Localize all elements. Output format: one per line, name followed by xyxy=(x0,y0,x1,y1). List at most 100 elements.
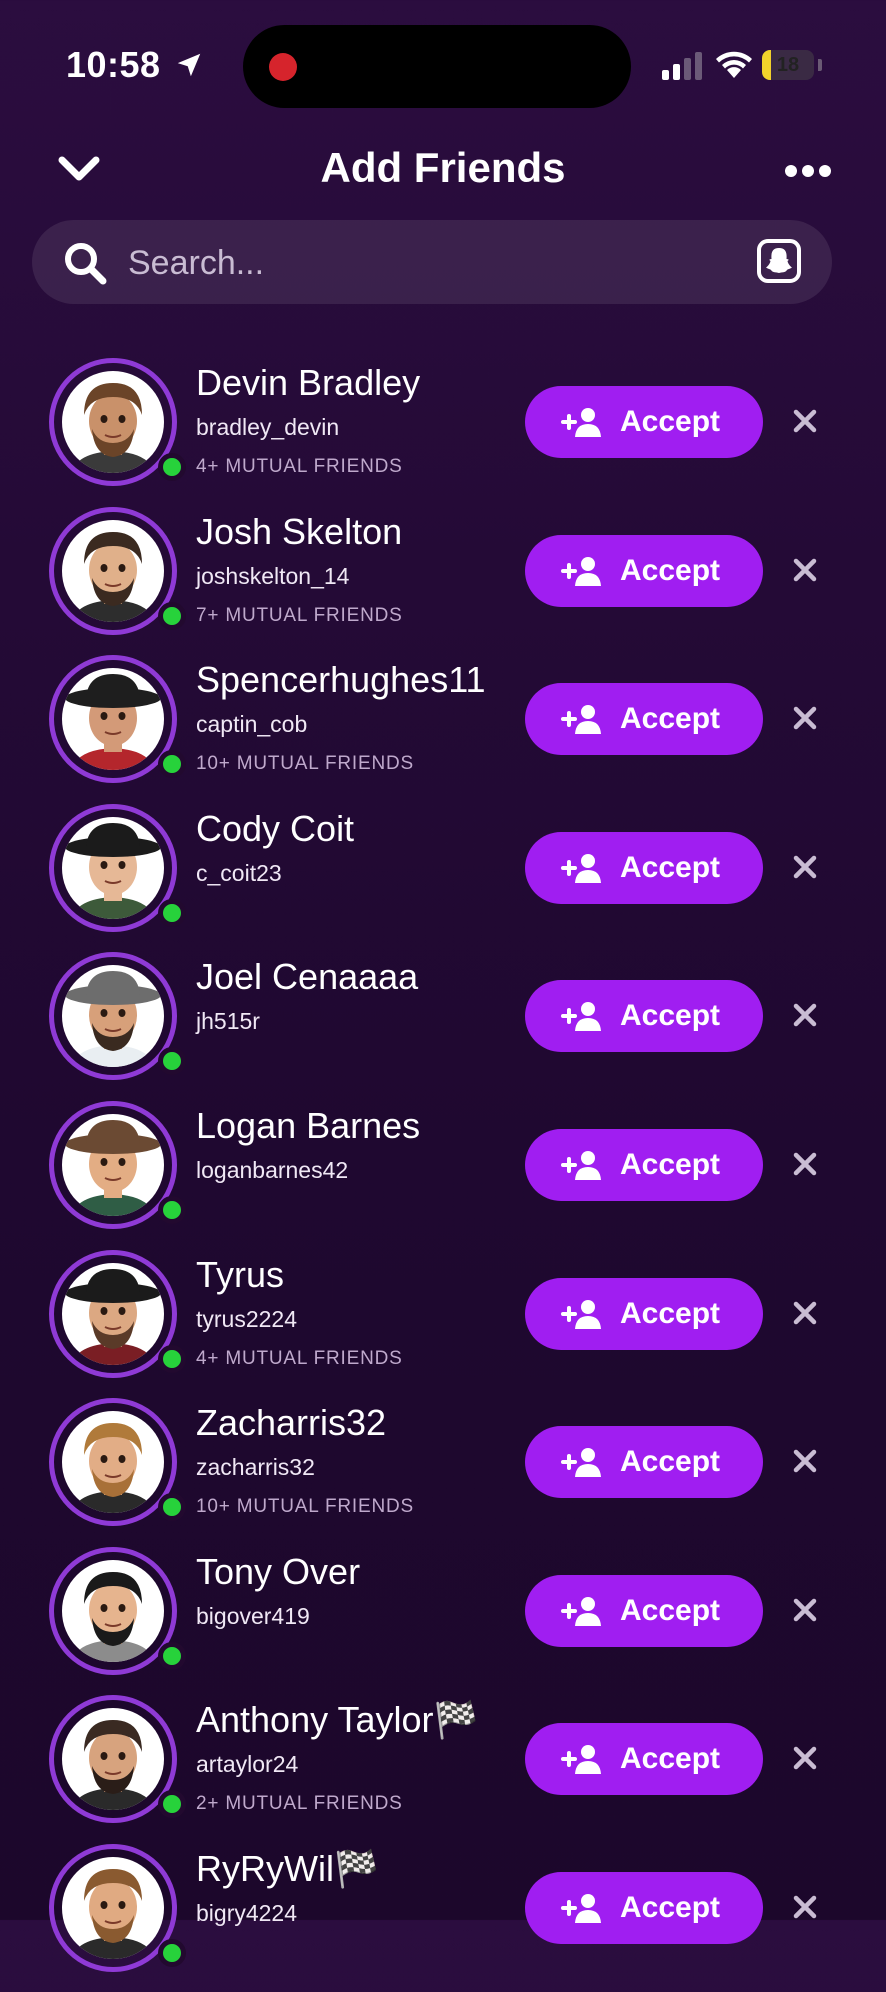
friend-name: Josh Skelton xyxy=(196,510,403,552)
friend-username: c_coit23 xyxy=(196,859,282,886)
friend-request-row[interactable]: Cody Coit c_coit23 Accept xyxy=(0,803,886,952)
bitmoji-avatar xyxy=(62,1559,164,1662)
accept-button[interactable]: Accept xyxy=(525,683,763,756)
friend-request-row[interactable]: Logan Barnes loganbarnes42 Accept xyxy=(0,1101,886,1249)
close-icon[interactable] xyxy=(790,1743,820,1773)
add-friend-icon xyxy=(561,1299,601,1329)
friend-request-row[interactable]: Zacharris32 zacharris32 10+ MUTUAL FRIEN… xyxy=(0,1398,886,1546)
add-friend-icon xyxy=(561,1894,601,1923)
friend-name: RyRyWil🏁 xyxy=(196,1848,379,1889)
friend-name: Spencerhughes11 xyxy=(196,659,486,701)
accept-button[interactable]: Accept xyxy=(525,1723,763,1796)
bitmoji-avatar xyxy=(62,965,164,1068)
friend-username: bradley_devin xyxy=(196,414,340,440)
add-friend-icon xyxy=(561,705,601,735)
friend-username: loganbarnes42 xyxy=(196,1157,349,1183)
friend-request-row[interactable]: Josh Skelton joshskelton_14 7+ MUTUAL FR… xyxy=(0,506,886,655)
bitmoji-avatar xyxy=(62,1411,164,1514)
status-time: 10:58 xyxy=(66,44,161,85)
cellular-signal-icon xyxy=(662,52,702,80)
accept-button[interactable]: Accept xyxy=(525,1277,763,1350)
battery-indicator: 18 xyxy=(762,50,814,80)
friend-name: Zacharris32 xyxy=(196,1402,387,1444)
mutual-friends-count: 4+ MUTUAL FRIENDS xyxy=(196,1347,403,1369)
close-icon[interactable] xyxy=(790,1892,820,1922)
close-icon[interactable] xyxy=(790,1298,820,1328)
friend-request-row[interactable]: Anthony Taylor🏁 artaylor24 2+ MUTUAL FRI… xyxy=(0,1695,886,1843)
status-bar: 10:58 18 xyxy=(0,0,886,130)
bitmoji-avatar xyxy=(62,1262,164,1365)
friend-username: captin_cob xyxy=(196,711,308,738)
online-status-icon xyxy=(158,1790,186,1819)
accept-label: Accept xyxy=(620,1742,721,1776)
bitmoji-avatar xyxy=(62,371,164,473)
friend-request-row[interactable]: Spencerhughes11 captin_cob 10+ MUTUAL FR… xyxy=(0,655,886,803)
mutual-friends-count: 10+ MUTUAL FRIENDS xyxy=(196,753,414,775)
close-icon[interactable] xyxy=(790,1149,820,1179)
accept-button[interactable]: Accept xyxy=(525,1872,763,1944)
close-icon[interactable] xyxy=(790,1000,820,1030)
friend-name: Anthony Taylor🏁 xyxy=(196,1699,479,1741)
friend-request-row[interactable]: Tony Over bigover419 Accept xyxy=(0,1546,886,1695)
friend-username: bigry4224 xyxy=(196,1900,298,1926)
accept-label: Accept xyxy=(620,999,721,1033)
close-icon[interactable] xyxy=(790,406,820,436)
mutual-friends-count: 7+ MUTUAL FRIENDS xyxy=(196,604,403,626)
close-icon[interactable] xyxy=(790,1446,820,1476)
friend-request-row[interactable]: Joel Cenaaaa jh515r Accept xyxy=(0,952,886,1100)
search-icon xyxy=(65,243,107,285)
friend-request-row[interactable]: RyRyWil🏁 bigry4224 Accept xyxy=(0,1844,886,1992)
add-friend-icon xyxy=(561,1002,601,1032)
friend-request-row[interactable]: Tyrus tyrus2224 4+ MUTUAL FRIENDS Accept xyxy=(0,1249,886,1398)
accept-label: Accept xyxy=(620,702,721,736)
friend-name: Joel Cenaaaa xyxy=(196,956,419,998)
friend-username: tyrus2224 xyxy=(196,1305,298,1332)
friend-request-row[interactable]: Devin Bradley bradley_devin 4+ MUTUAL FR… xyxy=(0,358,886,506)
snapcode-scan-icon[interactable] xyxy=(756,238,802,284)
close-icon[interactable] xyxy=(790,1595,820,1625)
page-title: Add Friends xyxy=(320,144,566,191)
accept-button[interactable]: Accept xyxy=(525,386,763,458)
search-bar[interactable] xyxy=(32,220,832,304)
accept-button[interactable]: Accept xyxy=(525,1574,763,1647)
accept-label: Accept xyxy=(620,1296,721,1330)
friend-username: joshskelton_14 xyxy=(196,562,350,589)
location-arrow-icon xyxy=(177,53,201,77)
accept-label: Accept xyxy=(620,405,721,438)
online-status-icon xyxy=(158,750,186,779)
online-status-icon xyxy=(158,1344,186,1373)
battery-percent: 18 xyxy=(776,54,800,76)
online-status-icon xyxy=(158,1047,186,1076)
friend-username: zacharris32 xyxy=(196,1454,315,1481)
more-options-icon[interactable] xyxy=(784,156,832,186)
accept-label: Accept xyxy=(620,1445,721,1479)
bitmoji-avatar xyxy=(62,1857,164,1959)
search-input[interactable] xyxy=(126,234,690,292)
close-icon[interactable] xyxy=(790,852,820,882)
accept-label: Accept xyxy=(620,850,721,884)
online-status-icon xyxy=(158,1939,186,1967)
friend-name: Tyrus xyxy=(196,1253,285,1295)
accept-label: Accept xyxy=(620,553,721,587)
friend-name: Cody Coit xyxy=(196,807,355,849)
accept-button[interactable]: Accept xyxy=(525,831,763,904)
friend-name: Logan Barnes xyxy=(196,1105,421,1146)
add-friend-icon xyxy=(561,1745,601,1775)
friend-name: Devin Bradley xyxy=(196,362,421,403)
online-status-icon xyxy=(158,601,186,630)
accept-button[interactable]: Accept xyxy=(525,1426,763,1499)
recording-indicator-icon xyxy=(269,53,297,81)
online-status-icon xyxy=(158,1641,186,1670)
friend-name: Tony Over xyxy=(196,1550,361,1592)
mutual-friends-count: 4+ MUTUAL FRIENDS xyxy=(196,456,403,477)
accept-button[interactable]: Accept xyxy=(525,1129,763,1201)
accept-button[interactable]: Accept xyxy=(525,534,763,607)
accept-button[interactable]: Accept xyxy=(525,980,763,1053)
add-friend-icon xyxy=(561,408,601,437)
accept-label: Accept xyxy=(620,1148,721,1181)
battery-tip xyxy=(818,59,822,71)
close-icon[interactable] xyxy=(790,703,820,733)
close-icon[interactable] xyxy=(790,555,820,585)
online-status-icon xyxy=(158,1196,186,1224)
bitmoji-avatar xyxy=(62,519,164,622)
